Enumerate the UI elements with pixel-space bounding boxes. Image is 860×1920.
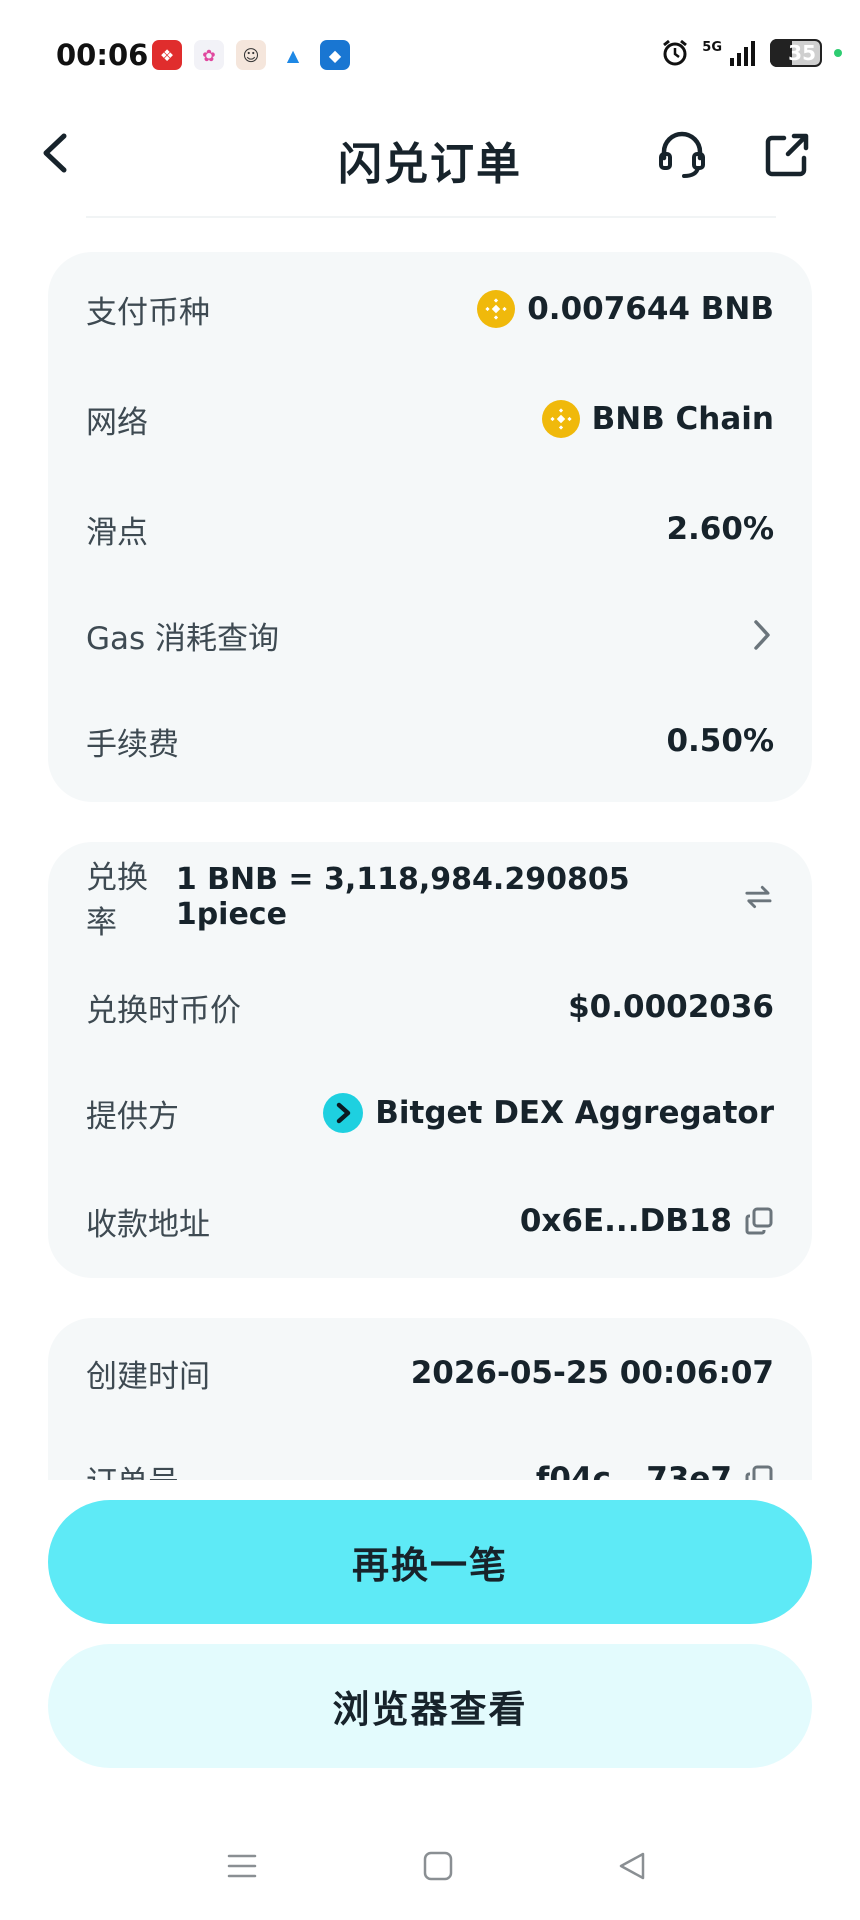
chevron-right-icon[interactable] — [750, 618, 774, 652]
bnb-chain-icon — [541, 400, 580, 438]
slippage-value: 2.60% — [666, 511, 774, 547]
network-row: 网络 BNB Chain — [86, 392, 774, 446]
row-label: 手续费 — [86, 726, 179, 763]
system-nav-bar — [0, 1820, 860, 1920]
row-value: 0.007644 BNB — [477, 290, 774, 328]
row-label: 网络 — [86, 404, 148, 441]
app-triangle-icon: ▲ — [278, 40, 308, 70]
network-label: 5G — [702, 39, 722, 55]
slippage-row: 滑点 2.60% — [86, 502, 774, 556]
row-label: 支付币种 — [86, 294, 210, 331]
row-value: 1 BNB = 3,118,984.290805 1piece — [176, 862, 774, 932]
bitget-dex-logo-icon — [323, 1093, 364, 1133]
exchange-rate-row: 兑换率 1 BNB = 3,118,984.290805 1piece — [86, 860, 774, 941]
payment-currency-row: 支付币种 0.007644 BNB — [86, 282, 774, 336]
share-external-icon[interactable] — [762, 130, 812, 180]
view-in-browser-button[interactable]: 浏览器查看 — [48, 1644, 812, 1768]
bnb-coin-icon — [477, 290, 516, 328]
provider-name: Bitget DEX Aggregator — [375, 1095, 774, 1131]
row-value: 0x6E...DB18 — [520, 1203, 774, 1239]
alarm-icon — [663, 39, 688, 66]
row-label: Gas 消耗查询 — [86, 620, 280, 657]
app-avatar-icon: ☺ — [236, 40, 266, 70]
page-title: 闪兑订单 — [338, 139, 522, 190]
row-value: Bitget DEX Aggregator — [323, 1093, 774, 1133]
network-name: BNB Chain — [591, 401, 774, 437]
payment-info-card: 支付币种 0.007644 BNB 网络 BNB Chain 滑点 2.60% … — [48, 252, 812, 802]
scroll-edge-divider — [86, 212, 776, 218]
row-label: 兑换时币价 — [86, 992, 241, 1029]
created-time-value: 2026-05-25 00:06:07 — [410, 1355, 774, 1391]
price-value: $0.0002036 — [568, 989, 774, 1025]
fee-value: 0.50% — [666, 723, 774, 759]
copy-icon[interactable] — [744, 1206, 774, 1236]
rate-info-card: 兑换率 1 BNB = 3,118,984.290805 1piece 兑换时币… — [48, 842, 812, 1278]
app-flower-icon: ✿ — [194, 40, 224, 70]
signal-icon — [730, 41, 755, 66]
status-bar: 00:06 ❖ ✿ ☺ ▲ ◆ 5G 35 — [0, 0, 860, 110]
gas-query-row[interactable]: Gas 消耗查询 — [86, 608, 774, 662]
app-red-icon: ❖ — [152, 40, 182, 70]
swap-again-button[interactable]: 再换一笔 — [48, 1500, 812, 1624]
menu-icon[interactable] — [226, 1850, 258, 1882]
exchange-rate-value: 1 BNB = 3,118,984.290805 1piece — [175, 862, 630, 932]
privacy-dot-icon — [834, 49, 842, 57]
swap-direction-icon[interactable] — [743, 882, 774, 912]
row-label: 兑换率 — [86, 860, 148, 941]
back-triangle-icon[interactable] — [616, 1850, 648, 1882]
status-app-icons: ❖ ✿ ☺ ▲ ◆ — [152, 40, 350, 70]
created-time-row: 创建时间 2026-05-25 00:06:07 — [86, 1346, 774, 1400]
row-label: 滑点 — [86, 514, 148, 551]
receive-address-value: 0x6E...DB18 — [519, 1203, 732, 1239]
provider-row: 提供方 Bitget DEX Aggregator — [86, 1086, 774, 1140]
receive-address-row: 收款地址 0x6E...DB18 — [86, 1194, 774, 1248]
home-icon[interactable] — [422, 1850, 454, 1882]
page-header: 闪兑订单 — [0, 110, 860, 200]
price-at-swap-row: 兑换时币价 $0.0002036 — [86, 980, 774, 1034]
row-label: 提供方 — [86, 1098, 179, 1135]
headset-support-icon[interactable] — [656, 130, 708, 180]
app-blue-icon: ◆ — [320, 40, 350, 70]
battery-icon: 35 — [770, 39, 822, 67]
row-value: BNB Chain — [541, 400, 774, 438]
status-indicators: 5G 35 — [660, 38, 842, 68]
status-time: 00:06 — [56, 38, 149, 72]
fee-row: 手续费 0.50% — [86, 714, 774, 768]
row-label: 创建时间 — [86, 1358, 210, 1395]
battery-level: 35 — [788, 41, 816, 65]
payment-amount: 0.007644 BNB — [527, 291, 774, 327]
row-label: 收款地址 — [86, 1206, 210, 1243]
